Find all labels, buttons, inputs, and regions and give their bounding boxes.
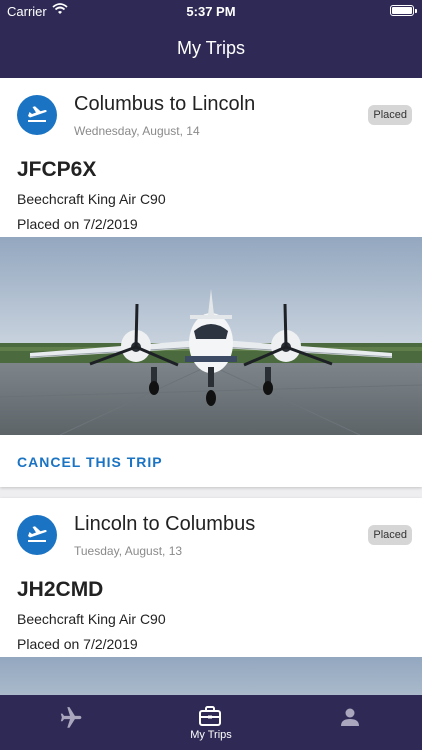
aircraft-name: Beechcraft King Air C90	[17, 191, 166, 207]
status-badge: Placed	[368, 105, 412, 125]
trip-card[interactable]: Lincoln to Columbus Tuesday, August, 13 …	[0, 498, 422, 695]
trip-card[interactable]: Columbus to Lincoln Wednesday, August, 1…	[0, 78, 422, 487]
trip-route: Columbus to Lincoln	[74, 93, 256, 115]
person-icon	[338, 705, 362, 734]
airplane-icon	[57, 705, 83, 736]
departure-icon	[17, 95, 57, 135]
status-bar: Carrier 5:37 PM	[0, 0, 422, 22]
cancel-trip-button[interactable]: CANCEL THIS TRIP	[17, 454, 163, 470]
aircraft-photo	[0, 237, 422, 435]
page-title: My Trips	[176, 38, 245, 58]
tab-flights[interactable]	[0, 695, 140, 750]
trip-route: Lincoln to Columbus	[74, 513, 256, 535]
confirmation-code: JH2CMD	[17, 578, 104, 601]
placed-date: Placed on 7/2/2019	[17, 636, 138, 652]
tab-bar: My Trips	[0, 695, 422, 750]
confirmation-code: JFCP6X	[17, 158, 97, 181]
trip-date: Wednesday, August, 14	[74, 124, 200, 138]
tab-label: My Trips	[190, 729, 232, 741]
briefcase-icon	[198, 705, 222, 732]
tab-profile[interactable]	[281, 695, 421, 750]
aircraft-photo	[0, 657, 422, 695]
aircraft-name: Beechcraft King Air C90	[17, 611, 166, 627]
tab-my-trips[interactable]: My Trips	[141, 695, 281, 750]
status-badge: Placed	[368, 525, 412, 545]
top-navigation-bar: Carrier 5:37 PM My Trips	[0, 0, 422, 78]
departure-icon	[17, 515, 57, 555]
placed-date: Placed on 7/2/2019	[17, 216, 138, 232]
clock-label: 5:37 PM	[186, 4, 236, 19]
trips-list[interactable]: Columbus to Lincoln Wednesday, August, 1…	[0, 78, 422, 695]
trip-date: Tuesday, August, 13	[74, 544, 183, 558]
battery-icon	[390, 5, 417, 16]
